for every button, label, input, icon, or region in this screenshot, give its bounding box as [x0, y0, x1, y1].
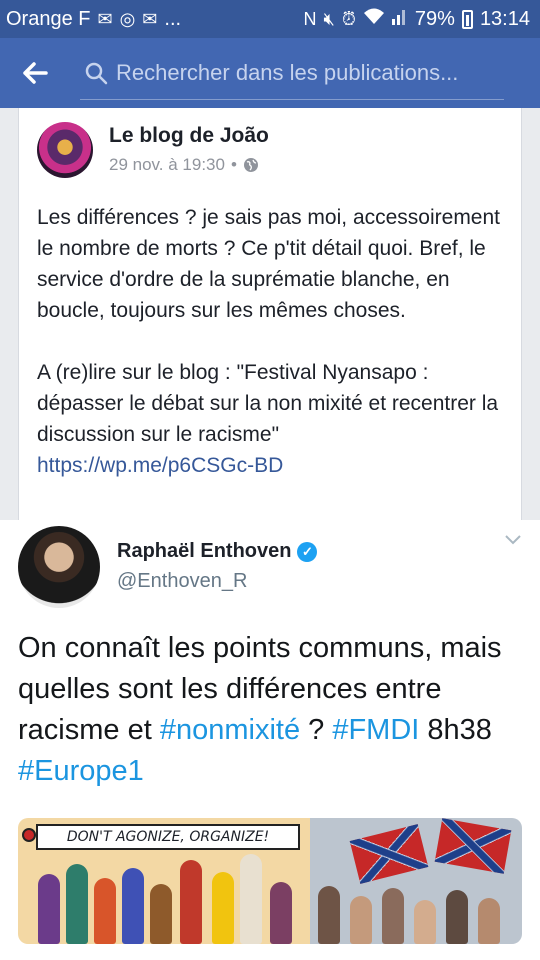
image-banner: DON'T AGONIZE, ORGANIZE! — [36, 824, 300, 850]
illustrated-person — [150, 884, 172, 944]
illustrated-person — [38, 874, 60, 944]
battery-percent: 79% — [414, 7, 455, 30]
illustrated-person — [66, 864, 88, 944]
illustrated-person — [212, 872, 234, 944]
battery-icon — [461, 9, 473, 29]
signal-icon — [391, 7, 408, 31]
illustrated-person — [94, 878, 116, 944]
illustrated-person — [240, 854, 262, 944]
wifi-icon — [363, 7, 385, 31]
flag-graphic — [349, 824, 429, 884]
post-paragraph: Les différences ? je sais pas moi, acces… — [37, 206, 501, 322]
mail-icon: ✉ — [142, 9, 158, 29]
author-avatar[interactable] — [37, 122, 93, 178]
tweet-author-name: Raphaël Enthoven — [117, 540, 292, 562]
status-bar: Orange F ✉ ◎ ✉ ... N 🔇︎ ⏰︎ 79% 13:14 — [0, 0, 540, 38]
hashtag-link[interactable]: #nonmixité — [160, 714, 300, 746]
tweet-author[interactable]: Raphaël Enthoven ✓ — [117, 540, 318, 563]
post-paragraph: A (re)lire sur le blog : "Festival Nyans… — [37, 361, 499, 446]
illustrated-person — [122, 868, 144, 944]
illustrated-person — [270, 882, 292, 944]
chevron-down-icon[interactable] — [504, 534, 522, 546]
photo-person — [382, 888, 404, 944]
logo-icon — [22, 828, 36, 842]
facebook-post: Le blog de João 29 nov. à 19:30 • Les di… — [18, 108, 522, 520]
mute-icon: 🔇︎ — [323, 9, 335, 29]
alarm-icon: ⏰︎ — [341, 9, 356, 29]
search-icon — [85, 62, 108, 84]
hashtag-link[interactable]: #FMDI — [332, 714, 419, 746]
media-image-photo[interactable] — [310, 818, 522, 944]
hashtag-link[interactable]: #Europe1 — [18, 755, 144, 787]
nfc-icon: N — [303, 9, 317, 29]
post-meta: 29 nov. à 19:30 • — [109, 155, 259, 175]
carrier-label: Orange F — [6, 7, 91, 30]
meta-separator: • — [230, 155, 237, 174]
post-author[interactable]: Le blog de João — [109, 124, 269, 148]
circle-icon: ◎ — [119, 9, 136, 29]
post-date[interactable]: 29 nov. à 19:30 — [109, 155, 225, 175]
clock-time: 13:14 — [479, 7, 530, 30]
illustrated-person — [180, 860, 202, 944]
tweet-text-part: ? — [300, 714, 333, 746]
photo-person — [350, 896, 372, 944]
photo-person — [318, 886, 340, 944]
photo-person — [478, 898, 500, 944]
post-link[interactable]: https://wp.me/p6CSGc-BD — [37, 450, 515, 481]
post-body: Les différences ? je sais pas moi, acces… — [37, 202, 515, 481]
tweet-media[interactable]: DON'T AGONIZE, ORGANIZE! — [18, 818, 522, 944]
flag-graphic — [434, 818, 512, 874]
back-button[interactable] — [0, 38, 70, 108]
notification-ellipsis: ... — [164, 7, 182, 30]
tweet-avatar[interactable] — [18, 526, 100, 608]
tweet-text: On connaît les points communs, mais quel… — [18, 628, 523, 792]
search-input[interactable]: Rechercher dans les publications... — [80, 47, 504, 100]
mail-icon: ✉ — [97, 9, 113, 29]
search-placeholder: Rechercher dans les publications... — [116, 59, 459, 85]
search-header: Rechercher dans les publications... — [0, 38, 540, 108]
globe-icon — [243, 158, 258, 172]
tweet-handle[interactable]: @Enthoven_R — [117, 570, 247, 593]
media-image-illustration[interactable]: DON'T AGONIZE, ORGANIZE! — [18, 818, 310, 944]
verified-badge-icon: ✓ — [297, 541, 318, 562]
back-arrow-icon — [23, 62, 48, 84]
tweet-card: Raphaël Enthoven ✓ @Enthoven_R On connaî… — [0, 520, 540, 960]
photo-person — [446, 890, 468, 944]
photo-person — [414, 900, 436, 944]
tweet-text-part: 8h38 — [419, 714, 492, 746]
